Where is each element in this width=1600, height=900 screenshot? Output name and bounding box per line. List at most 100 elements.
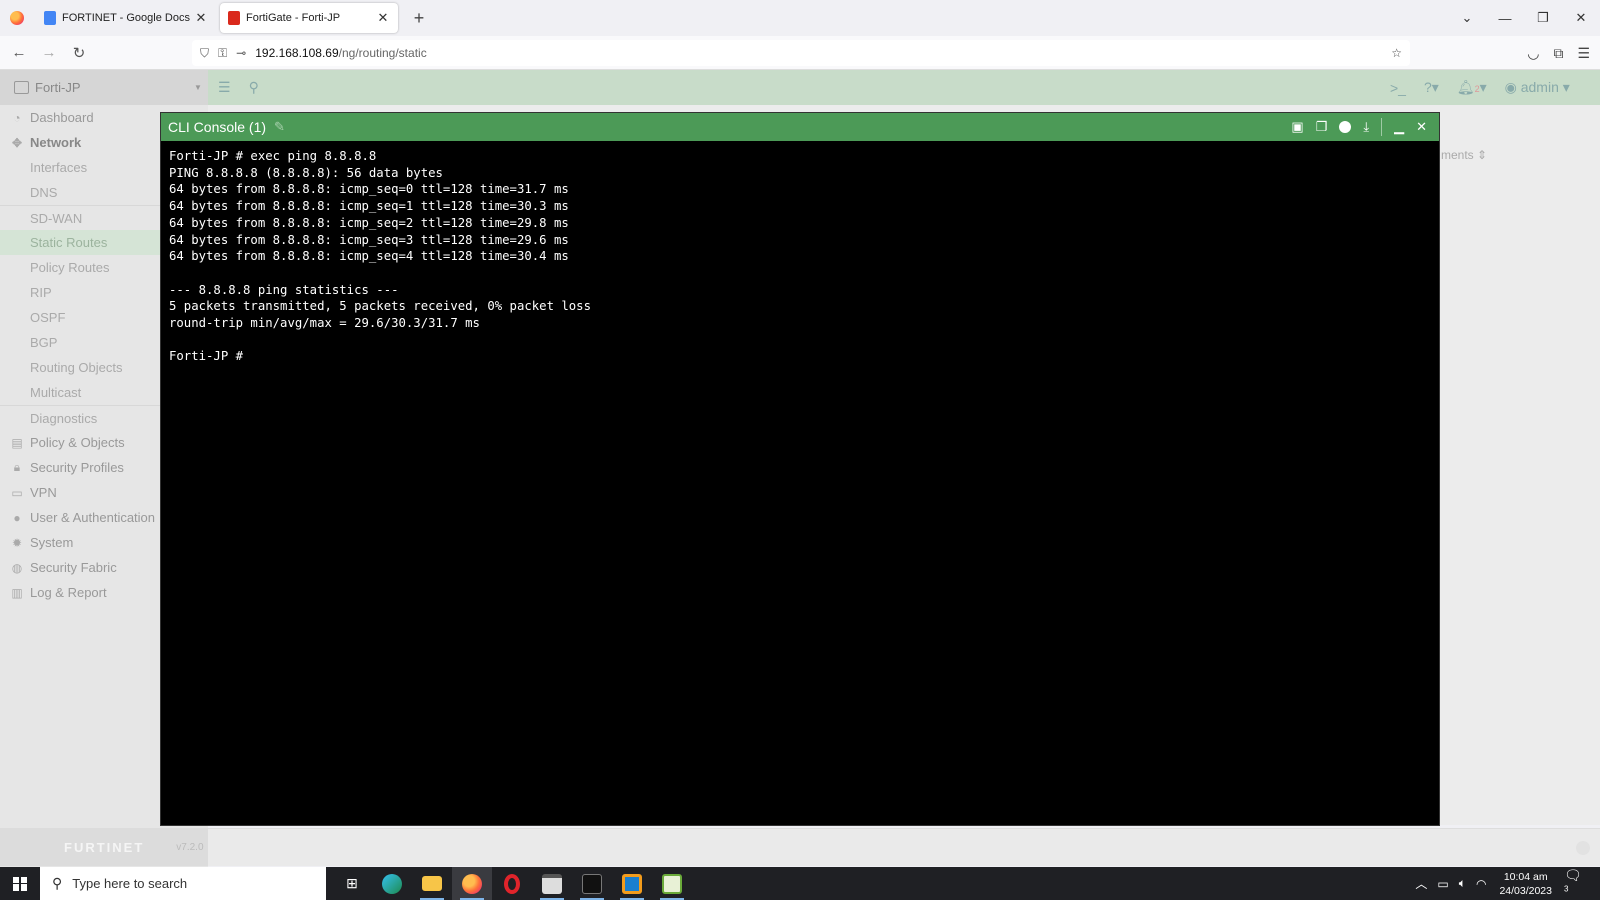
new-tab-icon[interactable]: + [408,8,430,29]
network-icon: ✥ [11,135,23,150]
sidebar-item-label: Interfaces [30,160,88,175]
back-icon[interactable]: ← [4,44,34,61]
sidebar-item-label: VPN [30,485,57,500]
sidebar-item-label: DNS [30,185,58,200]
sidebar-item-label: BGP [30,335,58,350]
close-tab-icon[interactable]: ✕ [194,10,208,26]
sidebar-item-label: RIP [30,285,52,300]
menu-icon[interactable]: ☰ [1577,45,1590,62]
bell-icon[interactable]: 🔔︎2▾ [1457,79,1487,96]
notification-count: 3 [1564,884,1569,894]
record-icon[interactable] [1339,121,1352,133]
sidebar-item-label: System [30,535,74,550]
sidebar-item-label: Policy Routes [30,260,110,275]
address-bar[interactable]: ⛉ ⚿ ⊸ 192.168.108.69/ng/routing/static ☆ [192,40,1410,66]
cli-console-window[interactable]: CLI Console (1) ✎ ▣ ❐ ⤓ ▁ ✕ Forti-JP # e… [160,112,1440,826]
edge-icon [382,873,402,894]
virtualbox-button[interactable] [612,867,652,900]
notepad-button[interactable] [652,867,692,900]
pocket-icon[interactable]: ◡ [1527,45,1539,62]
dashboard-icon: ◔ [13,110,21,125]
virtualbox-icon [622,873,642,894]
opera-button[interactable] [492,867,532,900]
admin-username: admin [1520,79,1559,95]
list-all-tabs-icon[interactable]: ⌄ [1448,10,1486,26]
cli-console-icon[interactable]: >_ [1390,80,1406,96]
key-icon[interactable]: ⊸ [236,46,246,60]
column-header-comments[interactable]: ments ⇕ [1441,148,1487,162]
cli-console-toolbar: ▣ ❐ ⤓ ▁ ✕ [1291,113,1427,141]
extensions-icon[interactable]: ⧉ [1553,45,1563,62]
tab-title: FortiGate - Forti-JP [246,12,341,24]
bookmark-star-icon[interactable]: ☆ [1391,46,1402,60]
sidebar-item-label: SD-WAN [30,210,83,226]
app-button[interactable] [532,867,572,900]
clear-console-icon[interactable]: ▣ [1291,119,1303,135]
chart-icon: ▥ [11,585,23,600]
edit-title-icon[interactable]: ✎ [274,119,285,135]
fortinet-logo: FURTINET [64,839,145,855]
close-window-icon[interactable]: ✕ [1562,10,1600,26]
chevron-up-icon[interactable]: ︿ [1415,875,1427,892]
clock-date: 24/03/2023 [1499,884,1552,897]
header-right-icons: >_ ?▾ 🔔︎2▾ ◉ admin ▾ [1390,70,1570,105]
sidebar-item-label: Static Routes [30,235,108,250]
copy-icon[interactable]: ❐ [1316,119,1328,135]
reload-icon[interactable]: ↻ [64,44,94,62]
close-tab-icon[interactable]: ✕ [376,10,390,26]
task-view-button[interactable]: ⊞ [332,867,372,900]
minimize-icon[interactable]: — [1486,11,1524,26]
sidebar-item-label: OSPF [30,310,66,325]
tab-google-docs[interactable]: FORTINET - Google Docs ✕ [36,3,216,33]
file-explorer-button[interactable] [412,867,452,900]
wifi-icon[interactable]: ◠ [1476,877,1486,891]
folder-icon [422,876,442,891]
tab-title: FORTINET - Google Docs [62,12,190,24]
opera-icon [504,873,520,894]
windows-icon [13,876,27,891]
tab-fortigate[interactable]: FortiGate - Forti-JP ✕ [220,3,398,33]
cli-console-titlebar[interactable]: CLI Console (1) ✎ ▣ ❐ ⤓ ▁ ✕ [161,113,1439,141]
device-icon [14,81,29,94]
terminal-button[interactable] [572,867,612,900]
clock[interactable]: 10:04 am 24/03/2023 [1499,870,1552,898]
hamburger-icon[interactable]: ☰ [218,79,231,96]
header-left-icons: ☰ ⚲ [218,70,259,105]
edge-button[interactable] [372,867,412,900]
minimize-console-icon[interactable]: ▁ [1394,119,1404,135]
device-selector[interactable]: Forti-JP ▼ [0,70,208,105]
shield-icon[interactable]: ⛉ [200,46,209,61]
taskbar-search[interactable]: ⚲ Type here to search [40,867,326,900]
sidebar-item-label: Routing Objects [30,360,123,375]
firefox-taskbar-button[interactable] [452,867,492,900]
admin-menu[interactable]: ◉ admin ▾ [1505,79,1570,96]
windows-taskbar: ⚲ Type here to search ⊞ ︿ ▭ 🔈︎ ◠ 10:04 a… [0,867,1600,900]
help-icon[interactable]: ?▾ [1424,79,1439,96]
firefox-icon[interactable] [10,11,24,25]
browser-toolbar: ← → ↻ ⛉ ⚿ ⊸ 192.168.108.69/ng/routing/st… [0,36,1600,70]
start-button[interactable] [0,867,40,900]
info-icon[interactable] [1576,841,1590,855]
meet-now-icon[interactable]: ▭ [1437,877,1448,891]
task-view-icon: ⊞ [346,875,358,891]
insecure-lock-icon[interactable]: ⚿ [218,46,227,61]
monitor-icon: ▭ [11,485,23,500]
search-icon: ⚲ [52,875,63,891]
cli-output[interactable]: Forti-JP # exec ping 8.8.8.8 PING 8.8.8.… [161,141,1439,365]
cli-console-title: CLI Console (1) [168,119,267,135]
restore-icon[interactable]: ❐ [1524,10,1562,26]
notification-center-icon[interactable]: 🗨︎3 [1564,867,1586,900]
gear-icon: ✹ [11,535,23,550]
toolbar-right: ◡ ⧉ ☰ [1527,36,1590,70]
policy-icon: ▤ [11,435,23,450]
speaker-icon[interactable]: 🔈︎ [1459,876,1466,891]
terminal-icon [582,873,602,894]
sidebar-item-label: Dashboard [30,110,94,125]
close-console-icon[interactable]: ✕ [1416,119,1427,135]
url-host: 192.168.108.69 [255,46,339,60]
toolbar-divider [1381,118,1383,136]
alert-badge: 2 [1474,84,1480,94]
download-icon[interactable]: ⤓ [1363,119,1369,135]
search-icon[interactable]: ⚲ [249,79,259,96]
forward-icon[interactable]: → [34,44,64,61]
